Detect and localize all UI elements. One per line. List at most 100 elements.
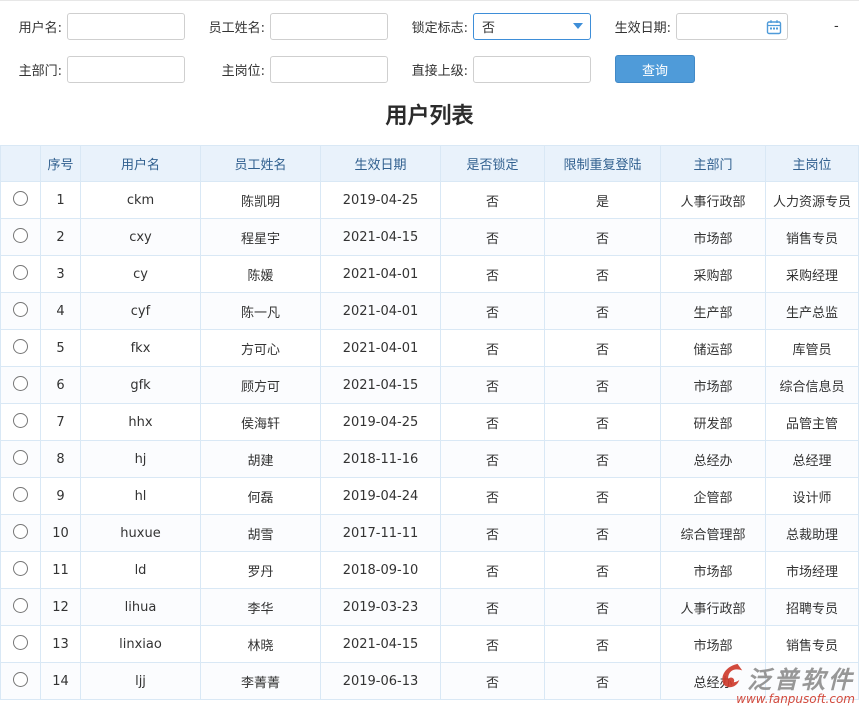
cell-effective-date: 2019-06-13 bbox=[321, 663, 441, 700]
page-title: 用户列表 bbox=[0, 98, 859, 130]
cell-username: ld bbox=[81, 552, 201, 589]
row-select-cell bbox=[1, 219, 41, 256]
header-effective-date: 生效日期 bbox=[321, 146, 441, 182]
cell-index: 3 bbox=[41, 256, 81, 293]
cell-effective-date: 2019-03-23 bbox=[321, 589, 441, 626]
cell-restrict-login: 否 bbox=[545, 441, 661, 478]
cell-restrict-login: 是 bbox=[545, 182, 661, 219]
row-select-radio[interactable] bbox=[13, 487, 28, 502]
row-select-radio[interactable] bbox=[13, 672, 28, 687]
row-select-radio[interactable] bbox=[13, 228, 28, 243]
row-select-cell bbox=[1, 589, 41, 626]
search-button[interactable]: 查询 bbox=[615, 55, 695, 83]
cell-effective-date: 2021-04-01 bbox=[321, 330, 441, 367]
cell-username: fkx bbox=[81, 330, 201, 367]
cell-department: 人事行政部 bbox=[661, 589, 766, 626]
row-select-cell bbox=[1, 626, 41, 663]
cell-effective-date: 2021-04-15 bbox=[321, 626, 441, 663]
cell-restrict-login: 否 bbox=[545, 330, 661, 367]
header-index: 序号 bbox=[41, 146, 81, 182]
cell-locked: 否 bbox=[441, 256, 545, 293]
row-select-radio[interactable] bbox=[13, 524, 28, 539]
cell-post: 总经理 bbox=[766, 441, 859, 478]
watermark: 泛普软件 www.fanpusoft.com bbox=[717, 660, 855, 706]
cell-restrict-login: 否 bbox=[545, 256, 661, 293]
table-row: 7 hhx 侯海轩 2019-04-25 否 否 研发部 品管主管 bbox=[1, 404, 859, 441]
username-label: 用户名: bbox=[6, 17, 62, 36]
cell-post: 销售专员 bbox=[766, 626, 859, 663]
table-row: 6 gfk 顾方可 2021-04-15 否 否 市场部 综合信息员 bbox=[1, 367, 859, 404]
cell-index: 13 bbox=[41, 626, 81, 663]
cell-department: 市场部 bbox=[661, 219, 766, 256]
table-row: 13 linxiao 林晓 2021-04-15 否 否 市场部 销售专员 bbox=[1, 626, 859, 663]
cell-index: 2 bbox=[41, 219, 81, 256]
watermark-brand: 泛普软件 bbox=[747, 660, 855, 695]
row-select-cell bbox=[1, 367, 41, 404]
cell-post: 品管主管 bbox=[766, 404, 859, 441]
superior-label: 直接上级: bbox=[400, 60, 468, 79]
row-select-cell bbox=[1, 293, 41, 330]
employee-name-label: 员工姓名: bbox=[197, 17, 265, 36]
row-select-cell bbox=[1, 404, 41, 441]
cell-employee-name: 侯海轩 bbox=[201, 404, 321, 441]
cell-employee-name: 陈一凡 bbox=[201, 293, 321, 330]
cell-index: 6 bbox=[41, 367, 81, 404]
cell-index: 4 bbox=[41, 293, 81, 330]
chevron-down-icon bbox=[573, 23, 583, 29]
cell-post: 采购经理 bbox=[766, 256, 859, 293]
cell-restrict-login: 否 bbox=[545, 293, 661, 330]
cell-employee-name: 李菁菁 bbox=[201, 663, 321, 700]
row-select-radio[interactable] bbox=[13, 635, 28, 650]
row-select-radio[interactable] bbox=[13, 265, 28, 280]
filter-form: 用户名: 员工姓名: 锁定标志: 否 生效日期: bbox=[0, 1, 859, 83]
cell-username: linxiao bbox=[81, 626, 201, 663]
cell-username: cyf bbox=[81, 293, 201, 330]
filter-department: 主部门: bbox=[6, 56, 185, 83]
cell-employee-name: 罗丹 bbox=[201, 552, 321, 589]
filter-row-2: 主部门: 主岗位: 直接上级: 查询 bbox=[6, 55, 853, 83]
cell-username: ckm bbox=[81, 182, 201, 219]
cell-locked: 否 bbox=[441, 219, 545, 256]
row-select-radio[interactable] bbox=[13, 376, 28, 391]
cell-username: ljj bbox=[81, 663, 201, 700]
lock-flag-select[interactable]: 否 bbox=[473, 13, 591, 40]
cell-effective-date: 2018-11-16 bbox=[321, 441, 441, 478]
cell-employee-name: 林晓 bbox=[201, 626, 321, 663]
row-select-radio[interactable] bbox=[13, 413, 28, 428]
cell-department: 储运部 bbox=[661, 330, 766, 367]
department-input[interactable] bbox=[67, 56, 185, 83]
effective-date-start-input[interactable] bbox=[676, 13, 788, 40]
cell-username: gfk bbox=[81, 367, 201, 404]
cell-department: 人事行政部 bbox=[661, 182, 766, 219]
cell-employee-name: 陈凯明 bbox=[201, 182, 321, 219]
cell-locked: 否 bbox=[441, 367, 545, 404]
header-department: 主部门 bbox=[661, 146, 766, 182]
row-select-radio[interactable] bbox=[13, 450, 28, 465]
cell-username: cy bbox=[81, 256, 201, 293]
cell-department: 企管部 bbox=[661, 478, 766, 515]
calendar-icon[interactable] bbox=[766, 19, 782, 35]
row-select-radio[interactable] bbox=[13, 598, 28, 613]
row-select-radio[interactable] bbox=[13, 561, 28, 576]
cell-employee-name: 胡雪 bbox=[201, 515, 321, 552]
cell-username: hhx bbox=[81, 404, 201, 441]
cell-index: 9 bbox=[41, 478, 81, 515]
row-select-radio[interactable] bbox=[13, 191, 28, 206]
table-row: 2 cxy 程星宇 2021-04-15 否 否 市场部 销售专员 bbox=[1, 219, 859, 256]
superior-input[interactable] bbox=[473, 56, 591, 83]
date-range-separator: - bbox=[834, 19, 839, 34]
username-input[interactable] bbox=[67, 13, 185, 40]
cell-username: hl bbox=[81, 478, 201, 515]
row-select-cell bbox=[1, 182, 41, 219]
cell-employee-name: 陈媛 bbox=[201, 256, 321, 293]
cell-restrict-login: 否 bbox=[545, 404, 661, 441]
row-select-cell bbox=[1, 478, 41, 515]
employee-name-input[interactable] bbox=[270, 13, 388, 40]
table-row: 12 lihua 李华 2019-03-23 否 否 人事行政部 招聘专员 bbox=[1, 589, 859, 626]
row-select-radio[interactable] bbox=[13, 302, 28, 317]
cell-post: 综合信息员 bbox=[766, 367, 859, 404]
post-input[interactable] bbox=[270, 56, 388, 83]
header-locked: 是否锁定 bbox=[441, 146, 545, 182]
cell-index: 7 bbox=[41, 404, 81, 441]
row-select-radio[interactable] bbox=[13, 339, 28, 354]
